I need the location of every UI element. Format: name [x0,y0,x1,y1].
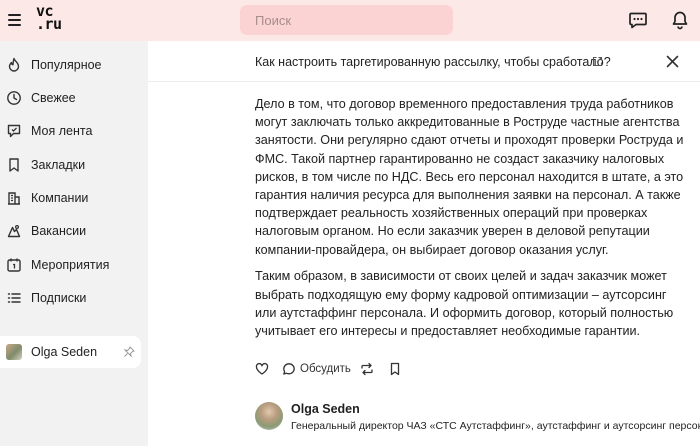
author-role: Генеральный директор ЧАЗ «СТС Аутстаффин… [291,420,700,432]
sidebar-item-companies[interactable]: Компании [0,183,148,213]
feed-icon [7,124,21,138]
sidebar-item-label: Закладки [31,158,86,172]
repost-button[interactable] [360,361,374,377]
logo[interactable]: vc .ru [36,4,62,33]
comment-label: Обсудить [300,363,351,375]
bookmark-button[interactable] [388,361,402,377]
avatar [6,344,22,360]
comment-icon [283,363,295,375]
menu-icon[interactable] [8,14,21,26]
header: vc .ru [0,0,700,41]
like-button[interactable] [255,361,269,377]
chat-icon[interactable] [628,10,648,30]
sidebar-item-label: Компании [31,191,89,205]
article-body: Дело в том, что договор временного предо… [255,95,690,349]
article-paragraph: Таким образом, в зависимости от своих це… [255,269,674,338]
heart-icon [255,362,269,375]
pin-icon[interactable] [123,346,135,358]
sidebar-item-label: Свежее [31,91,76,105]
search-input[interactable] [255,12,453,28]
article-title[interactable]: Как настроить таргетированную рассылку, … [255,55,611,69]
article-paragraph: Дело в том, что договор временного предо… [255,97,684,257]
sidebar-item-label: Подписки [31,291,87,305]
sidebar-item-bookmarks[interactable]: Закладки [0,150,148,180]
external-link-icon[interactable] [592,56,603,67]
close-icon[interactable] [666,55,679,68]
main-panel: Как настроить таргетированную рассылку, … [148,41,700,446]
list-icon [7,293,21,303]
sidebar-item-label: Моя лента [31,124,93,138]
avatar[interactable] [255,402,283,430]
bookmark-icon [9,158,19,172]
sidebar: Популярное Свежее Моя лента Закладки Ком… [0,41,148,446]
author-name[interactable]: Olga Seden [291,402,360,416]
sidebar-user-name: Olga Seden [31,345,98,359]
sidebar-item-subscriptions[interactable]: Подписки [0,283,148,313]
sidebar-item-label: Популярное [31,58,102,72]
sidebar-item-vacancies[interactable]: Вакансии [0,216,148,246]
sidebar-item-label: Мероприятия [31,258,110,272]
article-actions: Обсудить [255,361,455,377]
sidebar-item-label: Вакансии [31,224,87,238]
author-block: Olga Seden Генеральный директор ЧАЗ «СТС… [255,402,700,442]
comment-button[interactable]: Обсудить [282,361,351,377]
sidebar-item-popular[interactable]: Популярное [0,50,148,80]
briefcase-icon [7,224,21,238]
flame-icon [8,57,20,72]
calendar-icon [7,258,21,272]
clock-icon [7,91,21,105]
sidebar-user-item[interactable]: Olga Seden [0,336,141,368]
logo-text-bottom: .ru [36,15,62,33]
bookmark-icon [390,362,400,376]
repost-icon [361,362,373,376]
sidebar-item-my-feed[interactable]: Моя лента [0,116,148,146]
search-box[interactable] [240,5,453,35]
building-icon [8,192,20,205]
sidebar-item-fresh[interactable]: Свежее [0,83,148,113]
article-topbar: Как настроить таргетированную рассылку, … [148,41,700,82]
sidebar-item-events[interactable]: Мероприятия [0,250,148,280]
bell-icon[interactable] [670,10,690,30]
